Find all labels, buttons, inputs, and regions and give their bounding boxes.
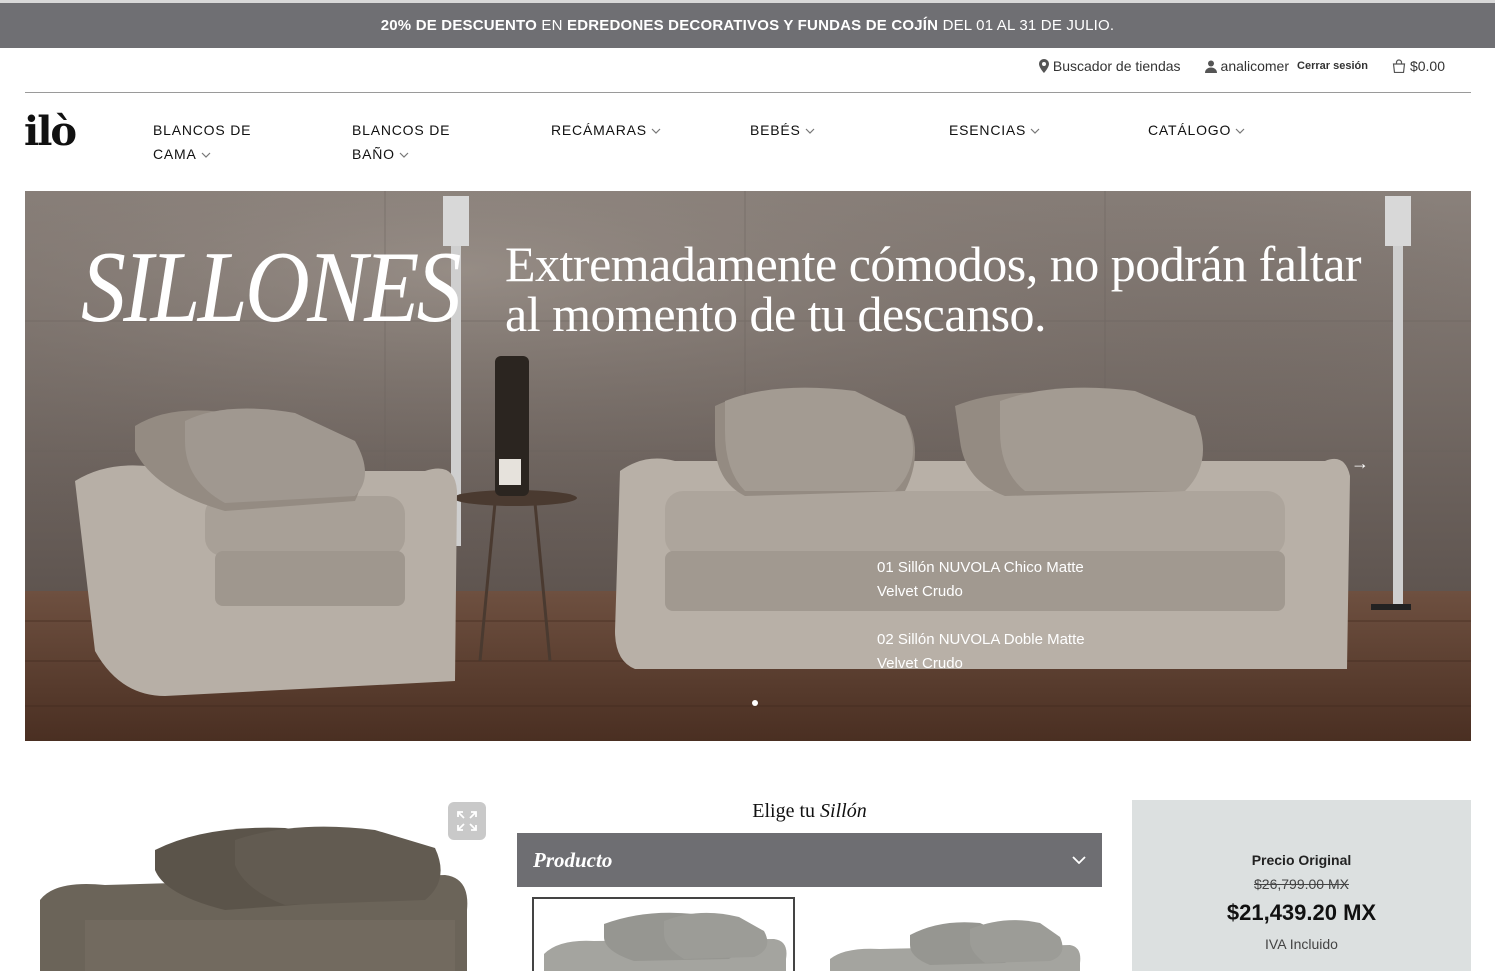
nav-label: BLANCOS DE <box>352 122 451 138</box>
chooser-prefix: Elige tu <box>752 800 821 822</box>
nav-label: CAMA <box>153 146 197 162</box>
nav-label: BLANCOS DE <box>153 122 252 138</box>
nav-label: BAÑO <box>352 146 395 162</box>
hero-caption-2: 02 Sillón NUVOLA Doble Matte Velvet Crud… <box>877 631 1085 672</box>
user-icon <box>1204 60 1217 73</box>
hero-subtitle: Extremadamente cómodos, no podrán faltar… <box>505 236 1362 342</box>
nav-item-blancos-de-cama[interactable]: BLANCOS DE CAMA <box>153 118 251 166</box>
promo-dates: DEL 01 AL 31 DE JULIO. <box>938 17 1115 34</box>
nav-label: BEBÉS <box>750 122 801 138</box>
location-pin-icon <box>1038 59 1049 73</box>
hero-title: SILLONES <box>81 231 462 344</box>
current-price: $21,439.20 MX <box>1226 900 1377 925</box>
nav-item-bebes[interactable]: BEBÉS <box>750 118 815 142</box>
username: analicomer <box>1220 58 1290 74</box>
original-price-value: $26,799.00 MX <box>1254 876 1349 892</box>
product-thumbnail-2[interactable] <box>820 897 1090 971</box>
chevron-down-icon <box>805 128 815 135</box>
product-select[interactable]: Producto <box>517 833 1102 887</box>
promo-products: EDREDONES DECORATIVOS Y FUNDAS DE COJÍN <box>567 17 939 34</box>
logout-link[interactable]: Cerrar sesión <box>1297 60 1368 72</box>
product-select-label: Producto <box>533 847 613 872</box>
nav-label: ESENCIAS <box>949 122 1027 138</box>
chevron-down-icon <box>399 152 409 159</box>
carousel-next-arrow-icon[interactable]: → <box>1351 453 1369 474</box>
tax-note: IVA Incluido <box>1265 936 1338 952</box>
chooser-heading: Elige tu Sillón <box>517 800 1102 823</box>
store-finder-link[interactable]: Buscador de tiendas <box>1038 58 1181 74</box>
nav-item-blancos-de-bano[interactable]: BLANCOS DE BAÑO <box>352 118 450 166</box>
zoom-button[interactable] <box>448 802 486 840</box>
hero-caption-1: 01 Sillón NUVOLA Chico Matte Velvet Crud… <box>877 559 1084 600</box>
thumbnail-image <box>830 920 1081 971</box>
thumbnail-image <box>544 912 787 971</box>
product-thumbnail-1[interactable] <box>532 897 795 971</box>
original-price-label: Precio Original <box>1251 852 1352 868</box>
account-link[interactable]: analicomer Cerrar sesión <box>1204 58 1368 74</box>
armchair-image <box>40 826 468 971</box>
cart-link[interactable]: $0.00 <box>1392 58 1445 74</box>
price-panel: Precio Original $26,799.00 MX $21,439.20… <box>1132 800 1471 971</box>
promo-banner[interactable]: 20% DE DESCUENTO EN EDREDONES DECORATIVO… <box>0 0 1495 48</box>
cart-total: $0.00 <box>1409 58 1445 74</box>
store-finder-label: Buscador de tiendas <box>1052 58 1181 74</box>
nav-item-esencias[interactable]: ESENCIAS <box>949 118 1040 142</box>
chevron-down-icon <box>1072 856 1086 864</box>
expand-icon <box>457 811 477 831</box>
nav-item-catalogo[interactable]: CATÁLOGO <box>1148 118 1245 142</box>
carousel-dot-active[interactable] <box>752 700 758 706</box>
header-divider <box>25 92 1471 93</box>
shopping-bag-icon <box>1392 59 1406 73</box>
hero-banner[interactable]: SILLONES Extremadamente cómodos, no podr… <box>25 191 1471 741</box>
promo-discount: 20% DE DESCUENTO <box>380 17 538 34</box>
chevron-down-icon <box>1030 128 1040 135</box>
chooser-italic: Sillón <box>820 800 867 822</box>
nav-item-recamaras[interactable]: RECÁMARAS <box>551 118 661 142</box>
promo-text-en: EN <box>537 17 567 34</box>
chevron-down-icon <box>651 128 661 135</box>
chevron-down-icon <box>1235 128 1245 135</box>
nav-label: RECÁMARAS <box>551 122 647 138</box>
utility-bar: Buscador de tiendas analicomer Cerrar se… <box>1038 58 1445 74</box>
chevron-down-icon <box>201 152 211 159</box>
brand-logo[interactable]: ilò <box>24 112 77 152</box>
product-image[interactable] <box>25 800 490 971</box>
original-price: $26,799.00 MX <box>1132 876 1471 892</box>
nav-label: CATÁLOGO <box>1148 122 1232 138</box>
